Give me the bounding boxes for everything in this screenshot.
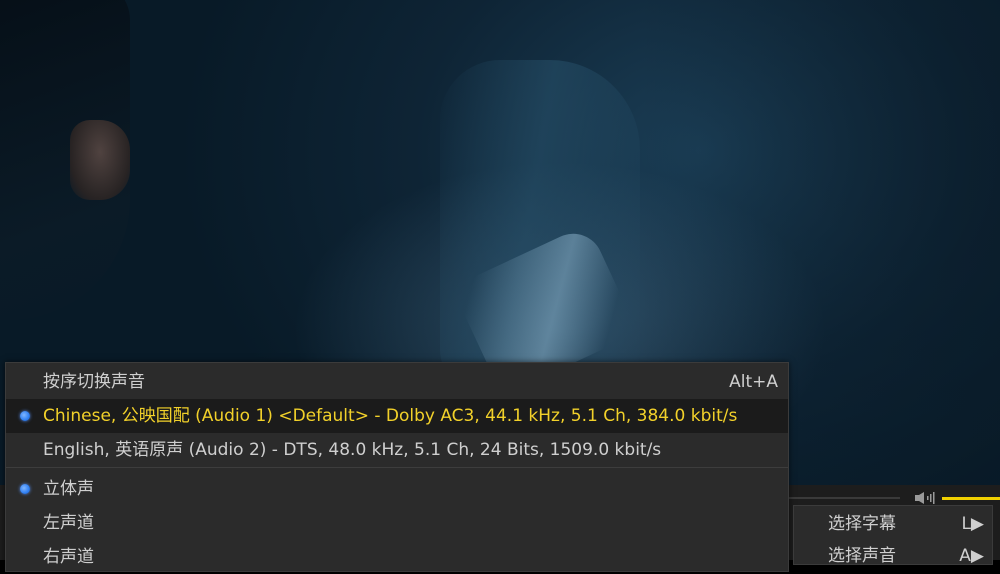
menu-item-select-audio[interactable]: 选择声音 A▶	[794, 540, 992, 572]
menu-item-audio-track-1[interactable]: Chinese, 公映国配 (Audio 1) <Default> - Dolb…	[6, 399, 788, 433]
menu-item-cycle-audio[interactable]: 按序切换声音 Alt+A	[6, 365, 788, 399]
menu-item-shortcut: A▶	[959, 546, 984, 566]
menu-item-label: 选择声音	[828, 546, 896, 566]
menu-item-shortcut: L▶	[961, 514, 984, 534]
radio-selected-icon	[20, 411, 30, 421]
menu-item-label: Chinese, 公映国配 (Audio 1) <Default> - Dolb…	[43, 406, 738, 426]
menu-item-label: 选择字幕	[828, 514, 896, 534]
menu-item-stereo[interactable]: 立体声	[6, 472, 788, 506]
volume-slider[interactable]	[942, 497, 1000, 500]
menu-item-label: 左声道	[43, 513, 94, 533]
menu-item-left-channel[interactable]: 左声道	[6, 506, 788, 540]
menu-item-label: English, 英语原声 (Audio 2) - DTS, 48.0 kHz,…	[43, 440, 662, 460]
menu-separator	[6, 467, 788, 468]
menu-item-right-channel[interactable]: 右声道	[6, 540, 788, 574]
menu-item-select-subtitle[interactable]: 选择字幕 L▶	[794, 508, 992, 540]
menu-item-label: 按序切换声音	[43, 372, 145, 392]
video-hand	[70, 120, 130, 200]
speaker-icon[interactable]	[914, 491, 936, 505]
menu-item-shortcut: Alt+A	[729, 372, 778, 392]
main-context-menu: 选择字幕 L▶ 选择声音 A▶	[793, 505, 993, 566]
radio-selected-icon	[20, 484, 30, 494]
menu-item-audio-track-2[interactable]: English, 英语原声 (Audio 2) - DTS, 48.0 kHz,…	[6, 433, 788, 467]
menu-item-label: 立体声	[43, 479, 94, 499]
menu-item-label: 右声道	[43, 547, 94, 567]
audio-context-menu: 按序切换声音 Alt+A Chinese, 公映国配 (Audio 1) <De…	[5, 362, 789, 572]
